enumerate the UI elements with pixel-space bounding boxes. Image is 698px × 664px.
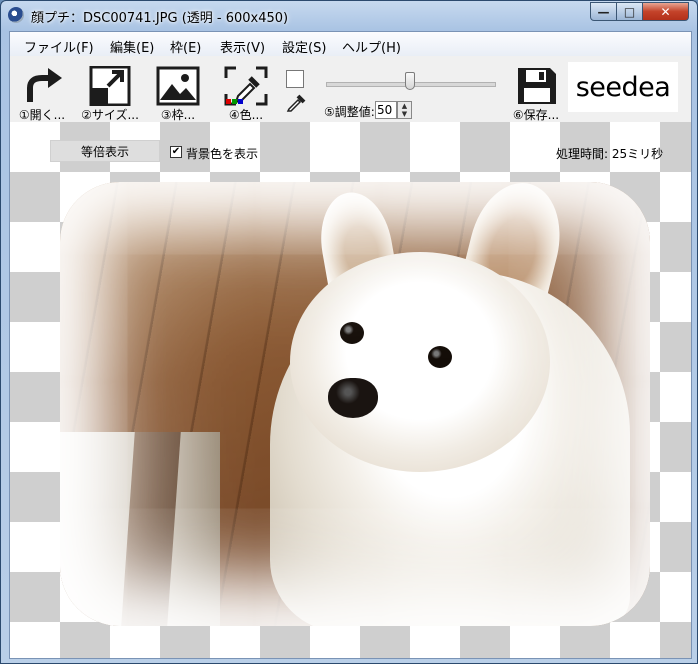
maximize-button[interactable]: □ — [616, 2, 643, 21]
color-button[interactable]: ④色... — [216, 62, 276, 122]
menu-view[interactable]: 表示(V) — [220, 37, 265, 56]
spin-up-icon[interactable]: ▲ — [398, 102, 411, 110]
size-label: ②サイズ... — [81, 108, 139, 122]
menu-edit[interactable]: 編集(E) — [110, 37, 154, 56]
app-window: 顔プチ：DSC00741.JPG (透明 - 600x450) — □ ✕ ファ… — [0, 0, 698, 664]
close-button[interactable]: ✕ — [642, 2, 689, 21]
vignette-frame — [60, 182, 650, 626]
app-icon[interactable] — [8, 7, 24, 23]
dog-photo — [60, 182, 650, 626]
frame-button[interactable]: ③枠... — [148, 62, 208, 122]
open-button[interactable]: ①開く... — [12, 62, 72, 122]
color-label: ④色... — [228, 108, 264, 122]
title-bar[interactable]: 顔プチ：DSC00741.JPG (透明 - 600x450) — □ ✕ — [1, 1, 697, 31]
save-button[interactable]: ⑥保存... — [506, 62, 566, 122]
seedea-logo[interactable]: seedea — [568, 62, 678, 112]
window-title: 顔プチ：DSC00741.JPG (透明 - 600x450) — [31, 11, 289, 26]
background-color-swatch[interactable] — [286, 70, 304, 88]
floppy-disk-icon — [518, 68, 556, 104]
eyedropper-frame-icon — [224, 66, 268, 106]
spin-down-icon[interactable]: ▼ — [398, 110, 411, 118]
frame-label: ③枠... — [160, 108, 196, 122]
adjust-slider-thumb[interactable] — [405, 72, 415, 90]
actual-size-button[interactable]: 等倍表示 — [50, 140, 160, 162]
size-button[interactable]: ②サイズ... — [80, 62, 140, 122]
menu-file[interactable]: ファイル(F) — [24, 37, 94, 56]
show-background-checkbox[interactable]: ✔ — [170, 146, 182, 158]
maximize-icon: □ — [623, 4, 636, 19]
adjust-label: ⑤調整値: — [324, 105, 375, 119]
adjust-value-input[interactable] — [375, 101, 397, 119]
eyedropper-icon[interactable] — [286, 92, 306, 112]
redo-arrow-icon — [27, 68, 62, 102]
minimize-icon: — — [597, 4, 610, 19]
processing-time: 処理時間: 25ミリ秒 — [556, 147, 664, 161]
client-area: ファイル(F) 編集(E) 枠(E) 表示(V) 設定(S) ヘルプ(H) ①開… — [9, 31, 692, 659]
open-label: ①開く... — [18, 108, 66, 122]
show-background-label[interactable]: 背景色を表示 — [186, 145, 258, 162]
minimize-button[interactable]: — — [590, 2, 617, 21]
info-bar: 等倍表示 ✔ 背景色を表示 処理時間: 25ミリ秒 — [10, 122, 691, 172]
image-frame-icon — [156, 66, 200, 106]
close-icon: ✕ — [660, 4, 671, 19]
adjust-spinner[interactable]: ▲ ▼ — [397, 101, 412, 119]
resize-icon — [89, 66, 131, 106]
menu-settings[interactable]: 設定(S) — [282, 37, 326, 56]
menu-frame[interactable]: 枠(E) — [170, 37, 201, 56]
preview-canvas[interactable] — [10, 122, 691, 658]
menu-help[interactable]: ヘルプ(H) — [342, 37, 401, 56]
save-label: ⑥保存... — [512, 108, 560, 122]
menu-bar: ファイル(F) 編集(E) 枠(E) 表示(V) 設定(S) ヘルプ(H) — [10, 32, 691, 56]
toolbar: ①開く... ②サイズ... ③枠... ④色... ⑤調整値: 50 ▲ ▼ … — [10, 56, 691, 122]
